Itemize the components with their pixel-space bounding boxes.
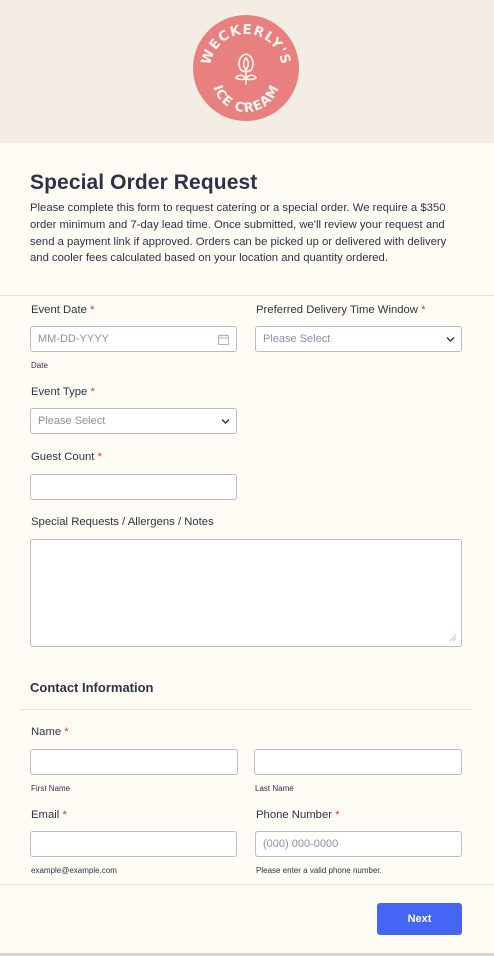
brand-logo: WECKERLY'S ICE CREAM — [193, 15, 299, 121]
delivery-window-value: Please Select — [263, 333, 331, 345]
section-divider — [20, 709, 472, 710]
event-type-value: Please Select — [38, 415, 106, 427]
event-date-placeholder: MM-DD-YYYY — [38, 333, 109, 345]
guest-count-input[interactable] — [30, 474, 237, 500]
event-date-input[interactable]: MM-DD-YYYY — [30, 326, 237, 352]
event-date-label: Event Date * — [31, 304, 95, 316]
first-name-sublabel: First Name — [31, 784, 71, 793]
event-type-select[interactable]: Please Select — [30, 408, 237, 434]
required-mark: * — [421, 304, 426, 316]
guest-count-label: Guest Count * — [31, 451, 102, 463]
required-mark: * — [62, 809, 67, 821]
first-name-input[interactable] — [30, 749, 238, 775]
phone-input[interactable]: (000) 000-0000 — [255, 831, 462, 857]
section-divider — [0, 295, 494, 296]
notes-label: Special Requests / Allergens / Notes — [31, 516, 214, 528]
delivery-window-select[interactable]: Please Select — [255, 326, 462, 352]
name-label: Name * — [31, 726, 69, 738]
email-label: Email * — [31, 809, 67, 821]
page-title: Special Order Request — [30, 171, 258, 194]
next-button[interactable]: Next — [377, 903, 462, 935]
required-mark: * — [97, 451, 102, 463]
delivery-window-label: Preferred Delivery Time Window * — [256, 304, 426, 316]
header-banner: WECKERLY'S ICE CREAM — [0, 0, 494, 143]
last-name-sublabel: Last Name — [255, 784, 294, 793]
calendar-icon[interactable] — [218, 334, 229, 345]
phone-sublabel: Please enter a valid phone number. — [256, 866, 382, 875]
email-input[interactable] — [30, 831, 237, 857]
email-sublabel: example@example.com — [31, 866, 117, 875]
footer-divider — [0, 884, 494, 885]
required-mark: * — [90, 386, 95, 398]
chevron-down-icon — [446, 337, 455, 342]
notes-textarea[interactable] — [30, 539, 462, 647]
required-mark: * — [335, 809, 340, 821]
intro-text: Please complete this form to request cat… — [30, 202, 447, 265]
chevron-down-icon — [221, 419, 230, 424]
resize-handle-icon[interactable] — [449, 634, 457, 642]
required-mark: * — [64, 726, 69, 738]
phone-placeholder: (000) 000-0000 — [263, 838, 339, 850]
contact-section-title: Contact Information — [30, 680, 154, 695]
event-type-label: Event Type * — [31, 386, 95, 398]
last-name-input[interactable] — [254, 749, 462, 775]
phone-label: Phone Number * — [256, 809, 340, 821]
required-mark: * — [90, 304, 95, 316]
event-date-sublabel: Date — [31, 361, 48, 370]
